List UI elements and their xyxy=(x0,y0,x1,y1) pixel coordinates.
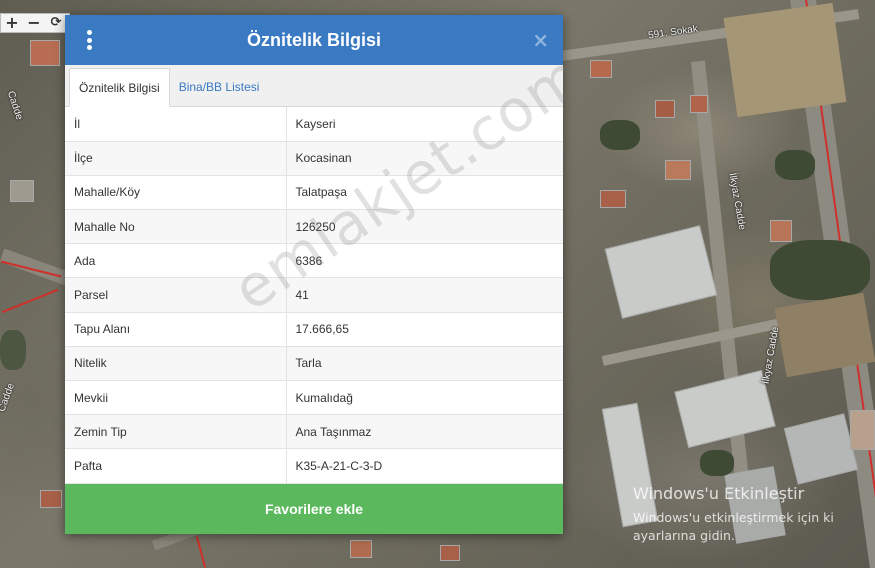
attribute-value: Kayseri xyxy=(286,107,563,142)
house-roof xyxy=(10,180,34,202)
street-label: Cadde xyxy=(0,381,17,414)
add-to-favorites-button[interactable]: Favorilere ekle xyxy=(65,484,563,534)
attribute-info-modal: Öznitelik Bilgisi × Öznitelik Bilgisi Bi… xyxy=(65,15,563,534)
house-roof xyxy=(770,220,792,242)
attribute-key: Pafta xyxy=(65,448,287,484)
menu-dots-icon[interactable] xyxy=(85,30,93,50)
house-roof xyxy=(40,490,62,508)
building-roof xyxy=(604,225,718,319)
attribute-key: İl xyxy=(65,107,287,142)
attribute-value: Kumalıdağ xyxy=(286,380,563,416)
zoom-out-button[interactable]: − xyxy=(23,14,45,32)
attribute-key: Zemin Tip xyxy=(65,414,287,450)
attribute-value: 6386 xyxy=(286,243,563,279)
house-roof xyxy=(665,160,691,180)
attribute-value: 126250 xyxy=(286,209,563,245)
map-road xyxy=(0,248,71,286)
attribute-value: Tarla xyxy=(286,346,563,382)
street-label: İlkyaz Cadde xyxy=(726,172,748,231)
windows-activation-line2: ayarlarına gidin. xyxy=(633,528,735,543)
windows-activation-line1: Windows'u etkinleştirmek için ki xyxy=(633,510,834,525)
attribute-key: Nitelik xyxy=(65,346,287,382)
table-row: Nitelik Tarla xyxy=(65,346,563,382)
attribute-value: Talatpaşa xyxy=(286,175,563,211)
tree-cluster xyxy=(0,330,26,370)
house-roof xyxy=(30,40,60,66)
attribute-key: Tapu Alanı xyxy=(65,312,287,347)
house-roof xyxy=(590,60,612,78)
attribute-key: Parsel xyxy=(65,277,287,313)
table-row: Mahalle/Köy Talatpaşa xyxy=(65,175,563,211)
close-button[interactable]: × xyxy=(532,29,549,51)
house-roof xyxy=(440,545,460,561)
modal-title: Öznitelik Bilgisi xyxy=(246,29,382,50)
tab-building-list[interactable]: Bina/BB Listesi xyxy=(170,68,269,106)
parcel-boundary-line xyxy=(195,536,207,568)
tree-cluster xyxy=(700,450,734,476)
attribute-key: Ada xyxy=(65,243,287,279)
attribute-key: Mevkii xyxy=(65,380,287,416)
building-roof xyxy=(850,410,875,450)
windows-activation-title: Windows'u Etkinleştir xyxy=(633,484,805,503)
attribute-value: K35-A-21-C-3-D xyxy=(286,448,563,484)
building-roof xyxy=(783,413,859,485)
tree-cluster xyxy=(600,120,640,150)
modal-tabs: Öznitelik Bilgisi Bina/BB Listesi xyxy=(65,65,563,107)
tree-cluster xyxy=(775,150,815,180)
tree-cluster xyxy=(770,240,870,300)
table-row: İlçe Kocasinan xyxy=(65,141,563,176)
attribute-value: Ana Taşınmaz xyxy=(286,414,563,450)
table-row: Mahalle No 126250 xyxy=(65,209,563,245)
house-roof xyxy=(655,100,675,118)
house-roof xyxy=(350,540,372,558)
table-row: İl Kayseri xyxy=(65,107,563,142)
map-zoom-controls: + − ⟳ xyxy=(0,13,70,33)
street-label: İlkyaz Cadde xyxy=(760,326,782,385)
modal-header: Öznitelik Bilgisi × xyxy=(65,15,563,65)
house-roof xyxy=(690,95,708,113)
refresh-icon[interactable]: ⟳ xyxy=(45,14,67,32)
attribute-table: İl Kayseri İlçe Kocasinan Mahalle/Köy Talat… xyxy=(65,107,563,484)
zoom-in-button[interactable]: + xyxy=(1,14,23,32)
attribute-value: 17.666,65 xyxy=(286,312,563,347)
table-row: Zemin Tip Ana Taşınmaz xyxy=(65,414,563,450)
attribute-key: Mahalle No xyxy=(65,209,287,245)
table-row: Mevkii Kumalıdağ xyxy=(65,380,563,416)
table-row: Ada 6386 xyxy=(65,243,563,279)
table-row: Parsel 41 xyxy=(65,277,563,313)
windows-activation-notice: Windows'u Etkinleştir Windows'u etkinleş… xyxy=(633,484,834,545)
attribute-value: 41 xyxy=(286,277,563,313)
table-row: Tapu Alanı 17.666,65 xyxy=(65,312,563,347)
parcel-boundary-line xyxy=(1,288,59,314)
table-row: Pafta K35-A-21-C-3-D xyxy=(65,448,563,484)
attribute-value: Kocasinan xyxy=(286,141,563,176)
house-roof xyxy=(600,190,626,208)
attribute-key: İlçe xyxy=(65,141,287,176)
tab-attribute-info[interactable]: Öznitelik Bilgisi xyxy=(69,68,170,107)
street-label: Cadde xyxy=(4,89,25,122)
field-area xyxy=(723,2,847,118)
attribute-key: Mahalle/Köy xyxy=(65,175,287,211)
